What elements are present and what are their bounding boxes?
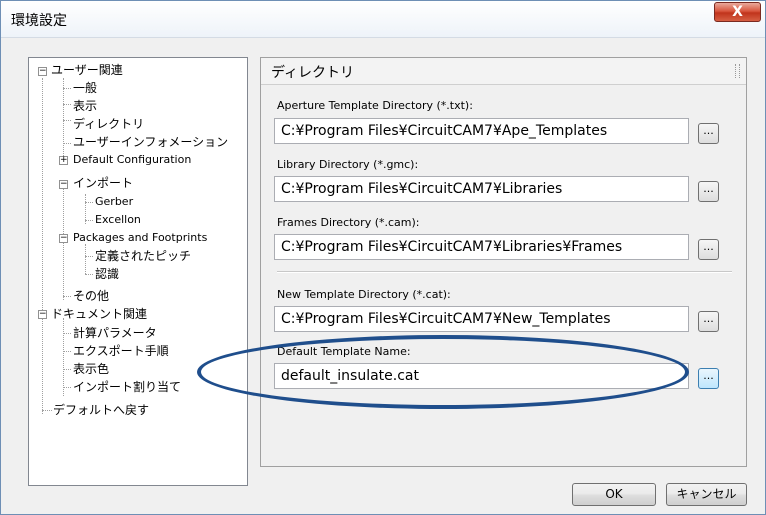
tree-item-document-settings[interactable]: ドキュメント関連 (51, 306, 147, 322)
new-template-directory-field[interactable]: C:¥Program Files¥CircuitCAM7¥New_Templat… (274, 306, 689, 332)
window-title: 環境設定 (11, 13, 67, 29)
tree-item-directory[interactable]: ディレクトリ (73, 116, 144, 132)
tree-item-other[interactable]: その他 (73, 288, 109, 304)
tree-line (63, 188, 64, 300)
tree-item-restore-defaults[interactable]: デフォルトへ戻す (53, 402, 149, 418)
default-template-name-field[interactable]: default_insulate.cat (274, 363, 689, 389)
tree-line (63, 387, 71, 388)
collapse-icon[interactable]: − (38, 310, 47, 319)
tree-item-defined-pitch[interactable]: 定義されたピッチ (95, 248, 191, 264)
divider (277, 271, 732, 273)
ok-button[interactable]: OK (572, 483, 656, 506)
collapse-icon[interactable]: − (59, 180, 68, 189)
tree-item-packages-and-footprints[interactable]: Packages and Footprints (73, 230, 207, 246)
tree-line (85, 274, 93, 275)
default-template-name-label: Default Template Name: (277, 345, 411, 358)
tree-line (85, 202, 93, 203)
tree-item-import-assignment[interactable]: インポート割り当て (73, 379, 181, 395)
cancel-button[interactable]: キャンセル (666, 483, 747, 506)
aperture-template-browse-button[interactable]: ... (698, 123, 719, 144)
tree-item-calculation-parameters[interactable]: 計算パラメータ (73, 325, 157, 341)
tree-item-default-configuration[interactable]: Default Configuration (73, 152, 191, 168)
library-directory-label: Library Directory (*.gmc): (277, 158, 419, 171)
tree-item-gerber[interactable]: Gerber (95, 194, 133, 210)
library-directory-browse-button[interactable]: ... (698, 181, 719, 202)
settings-tree[interactable]: − ユーザー関連 一般 表示 ディレクトリ ユーザーインフォメーション + De… (28, 57, 248, 486)
tree-line (85, 256, 93, 257)
tree-item-export-procedure[interactable]: エクスポート手順 (73, 343, 169, 359)
tree-item-excellon[interactable]: Excellon (95, 212, 141, 228)
frames-directory-label: Frames Directory (*.cam): (277, 216, 420, 229)
tree-line (42, 78, 43, 414)
tree-item-recognition[interactable]: 認識 (95, 266, 119, 282)
library-directory-field[interactable]: C:¥Program Files¥CircuitCAM7¥Libraries (274, 176, 689, 202)
frames-directory-browse-button[interactable]: ... (698, 239, 719, 260)
tree-item-import[interactable]: インポート (73, 175, 133, 191)
panel-title: ディレクトリ (271, 65, 355, 81)
collapse-icon[interactable]: − (38, 67, 47, 76)
grip-icon (735, 64, 740, 78)
tree-item-user-information[interactable]: ユーザーインフォメーション (73, 134, 228, 150)
preferences-dialog: 環境設定 X − ユーザー関連 一般 表示 ディレクトリ ユーザーインフォメーシ… (0, 0, 766, 515)
close-button[interactable]: X (714, 2, 761, 22)
title-bar: 環境設定 X (1, 1, 765, 38)
tree-line (63, 296, 71, 297)
default-template-name-browse-button[interactable]: ... (698, 368, 719, 389)
tree-line (63, 78, 64, 160)
collapse-icon[interactable]: − (59, 234, 68, 243)
panel-header: ディレクトリ (261, 58, 746, 85)
tree-line (85, 244, 86, 274)
aperture-template-label: Aperture Template Directory (*.txt): (277, 99, 473, 112)
aperture-template-field[interactable]: C:¥Program Files¥CircuitCAM7¥Ape_Templat… (274, 118, 689, 144)
tree-item-general[interactable]: 一般 (73, 80, 97, 96)
close-icon: X (732, 4, 743, 20)
tree-line (63, 318, 64, 396)
tree-line (63, 120, 71, 121)
new-template-directory-browse-button[interactable]: ... (698, 311, 719, 332)
tree-line (63, 369, 71, 370)
tree-line (63, 351, 71, 352)
new-template-directory-label: New Template Directory (*.cat): (277, 288, 451, 301)
tree-item-display[interactable]: 表示 (73, 98, 97, 114)
tree-item-display-colors[interactable]: 表示色 (73, 361, 109, 377)
expand-icon[interactable]: + (59, 156, 68, 165)
tree-line (63, 143, 71, 144)
tree-line (42, 410, 52, 411)
tree-item-user-settings[interactable]: ユーザー関連 (51, 62, 123, 78)
tree-line (85, 220, 93, 221)
tree-line (63, 88, 71, 89)
tree-line (63, 104, 71, 105)
tree-line (63, 333, 71, 334)
frames-directory-field[interactable]: C:¥Program Files¥CircuitCAM7¥Libraries¥F… (274, 234, 689, 260)
